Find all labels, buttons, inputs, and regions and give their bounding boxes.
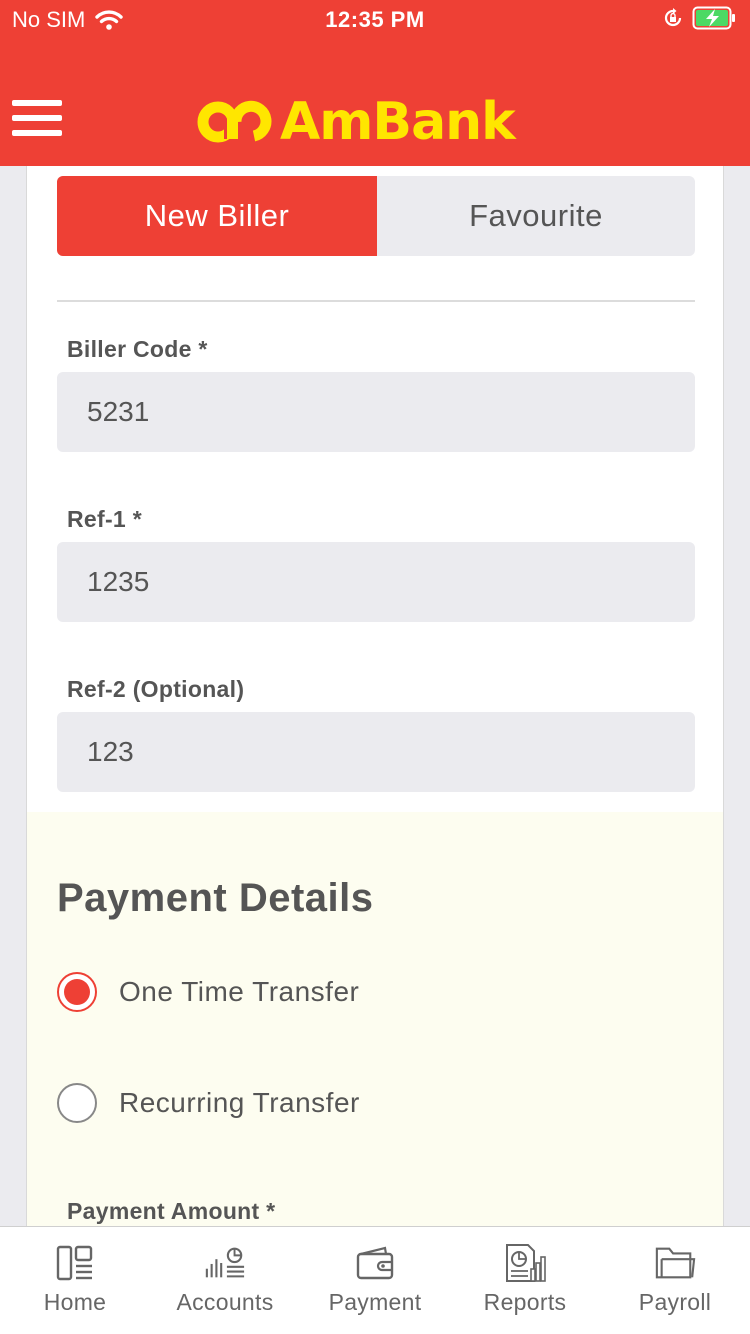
biller-tabs: New Biller Favourite <box>57 176 695 256</box>
one-time-transfer-option[interactable]: One Time Transfer <box>57 972 359 1012</box>
orientation-lock-icon <box>664 8 682 27</box>
home-icon <box>54 1243 96 1283</box>
status-bar: No SIM 12:35 PM <box>0 0 750 40</box>
biller-code-label: Biller Code * <box>67 336 208 362</box>
radio-selected-icon[interactable] <box>57 972 97 1012</box>
section-divider <box>57 300 695 302</box>
ambank-logo: AmBank <box>196 92 516 152</box>
recurring-transfer-option[interactable]: Recurring Transfer <box>57 1083 360 1123</box>
status-right <box>662 6 736 30</box>
payment-details-section: Payment Details One Time Transfer Recurr… <box>27 812 723 1226</box>
folder-icon <box>654 1243 696 1283</box>
ref2-input[interactable]: 123 <box>57 712 695 792</box>
app-header: No SIM 12:35 PM AmBank <box>0 0 750 166</box>
payment-details-title: Payment Details <box>57 876 374 920</box>
nav-label-reports: Reports <box>483 1289 567 1315</box>
recurring-transfer-label: Recurring Transfer <box>119 1087 360 1118</box>
tab-new-biller[interactable]: New Biller <box>57 176 377 256</box>
battery-charging-icon <box>692 6 735 30</box>
menu-bar <box>12 130 62 136</box>
one-time-transfer-label: One Time Transfer <box>119 976 360 1007</box>
nav-item-payment[interactable]: Payment <box>300 1227 450 1334</box>
brand-name: AmBank <box>280 92 516 152</box>
nav-item-payroll[interactable]: Payroll <box>600 1227 750 1334</box>
ambank-logo-icon <box>197 100 272 143</box>
ref2-label: Ref-2 (Optional) <box>67 676 245 702</box>
wallet-icon <box>354 1243 396 1283</box>
accounts-icon <box>204 1243 246 1283</box>
bottom-navigation: Home Accounts Payment Reports Payroll <box>0 1226 750 1334</box>
nav-item-reports[interactable]: Reports <box>450 1227 600 1334</box>
biller-form-card: New Biller Favourite Biller Code * 5231 … <box>26 166 724 1226</box>
radio-unselected-icon[interactable] <box>57 1083 97 1123</box>
hamburger-menu-button[interactable] <box>12 100 62 142</box>
ref1-label: Ref-1 * <box>67 506 142 532</box>
nav-label-accounts: Accounts <box>176 1289 274 1315</box>
nav-item-accounts[interactable]: Accounts <box>150 1227 300 1334</box>
menu-bar <box>12 115 62 121</box>
ref1-input[interactable]: 1235 <box>57 542 695 622</box>
menu-bar <box>12 100 62 106</box>
status-time: 12:35 PM <box>325 7 425 32</box>
tab-favourite[interactable]: Favourite <box>377 176 695 256</box>
nav-label-home: Home <box>43 1289 107 1315</box>
nav-label-payroll: Payroll <box>638 1289 712 1315</box>
reports-icon <box>504 1243 546 1283</box>
payment-amount-label: Payment Amount * <box>67 1198 276 1224</box>
biller-code-input[interactable]: 5231 <box>57 372 695 452</box>
nav-item-home[interactable]: Home <box>0 1227 150 1334</box>
nav-label-payment: Payment <box>328 1289 422 1315</box>
